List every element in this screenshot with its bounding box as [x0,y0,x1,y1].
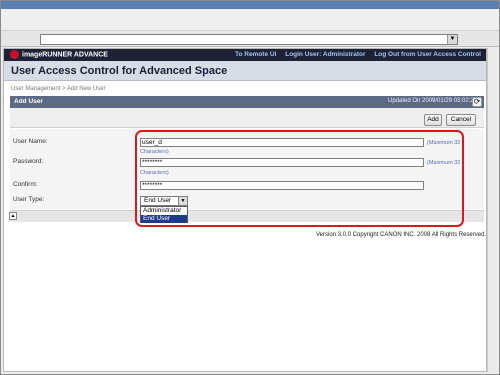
highlight-box [135,130,464,227]
app-logo-text: imageRUNNER ADVANCE [22,51,108,59]
address-dropdown-button[interactable]: ▼ [447,35,457,44]
user-type-label: User Type: [13,196,45,203]
copyright-text: Version 3.0.0 Copyright CANON INC. 2008 … [316,232,487,238]
section-title: Add User [14,98,43,105]
button-bar [10,108,484,128]
browser-toolbar [1,9,499,31]
cancel-button[interactable]: Cancel [446,114,476,126]
password-label: Password: [13,158,44,165]
login-user-text: Login User: Administrator [285,51,366,58]
add-button[interactable]: Add [424,114,442,126]
back-to-top-icon[interactable]: ▲ [9,212,17,220]
refresh-icon[interactable]: ⟳ [472,97,482,107]
vertical-scrollbar[interactable] [487,48,497,372]
section-header: Add User Updated On 2009/01/29 03:02:25 [10,96,484,108]
user-name-label: User Name: [13,138,48,145]
confirm-label: Confirm: [13,181,38,188]
app-header: imageRUNNER ADVANCE To Remote UI Login U… [4,49,486,61]
breadcrumb[interactable]: User Management > Add New User [11,86,106,92]
to-remote-ui-link[interactable]: To Remote UI [235,51,276,58]
app-logo: imageRUNNER ADVANCE [10,50,108,60]
page-title: User Access Control for Advanced Space [11,65,228,77]
log-out-link[interactable]: Log Out from User Access Control [374,51,481,58]
updated-timestamp: Updated On 2009/01/29 03:02:25 [388,98,478,104]
header-links: To Remote UI Login User: Administrator L… [228,50,481,60]
window-title-bar [1,1,499,9]
canon-logo-icon [10,50,19,59]
address-input[interactable] [40,34,458,45]
